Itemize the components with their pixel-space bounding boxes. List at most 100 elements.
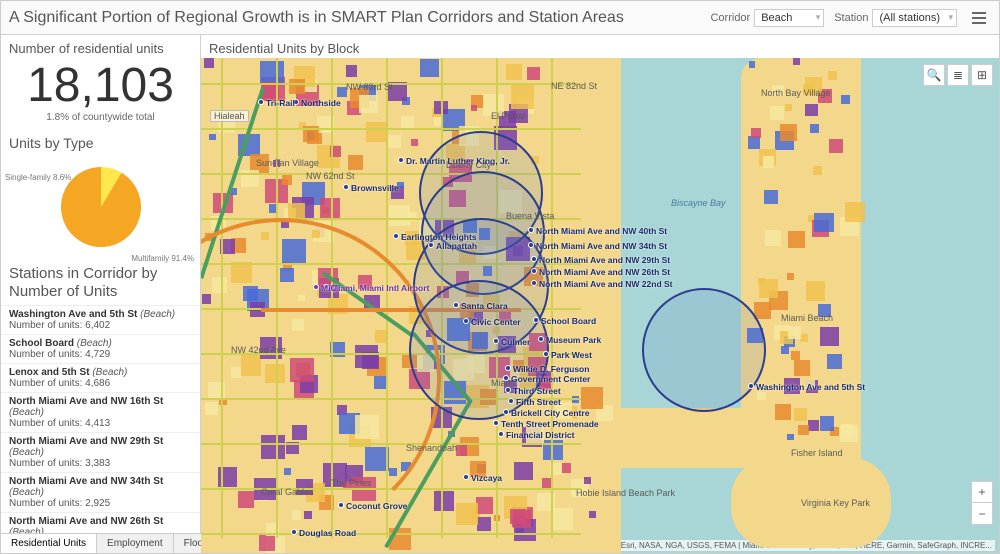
place-label: NW 83rd St (346, 82, 393, 92)
pie-chart (61, 167, 141, 247)
zoom-out-button[interactable]: − (971, 503, 993, 525)
station-label: North Miami Ave and NW 26th St (539, 267, 670, 277)
station-dot (508, 398, 514, 404)
station-label: Tenth Street Promenade (501, 419, 599, 429)
zoom-in-button[interactable]: + (971, 481, 993, 503)
station-label: Washington Ave and 5th St (756, 382, 865, 392)
station-dot (338, 502, 344, 508)
kpi-title: Number of residential units (1, 35, 200, 58)
map-canvas[interactable]: 🔍 ≣ ⊞ + − Esri, NASA, NGA, USGS, FEMA | … (201, 58, 999, 553)
station-dot (463, 318, 469, 324)
station-label: Coconut Grove (346, 501, 407, 511)
place-label: Sun-Tan Village (256, 158, 319, 168)
station-dot (503, 409, 509, 415)
station-dot (748, 383, 754, 389)
pie-label-single: Single-family 8.6% (5, 173, 71, 182)
list-item[interactable]: School Board (Beach)Number of units: 4,7… (1, 335, 200, 364)
station-label: Earlington Heights (401, 232, 477, 242)
station-label: North Miami Ave and NW 34th St (536, 241, 667, 251)
corridor-filter[interactable]: Corridor Beach (710, 9, 824, 27)
station-dot (498, 431, 504, 437)
road (201, 128, 581, 130)
station-label: North Miami Ave and NW 40th St (536, 226, 667, 236)
station-dot (343, 184, 349, 190)
station-label: Northside (301, 98, 341, 108)
station-label: Santa Clara (461, 301, 508, 311)
station-filter[interactable]: Station (All stations) (834, 9, 957, 27)
station-label: Third Street (513, 386, 561, 396)
place-label: Virginia Key Park (801, 498, 870, 508)
station-area-circle (642, 288, 766, 412)
map-title: Residential Units by Block (201, 35, 999, 58)
station-label: Park West (551, 350, 592, 360)
station-dot (533, 317, 539, 323)
place-label: Shenandoah (406, 443, 457, 453)
corridor-select[interactable]: Beach (754, 9, 824, 27)
station-dot (393, 233, 399, 239)
place-label: Biscayne Bay (671, 198, 726, 208)
place-label: The Pines (331, 478, 372, 488)
units-by-type-chart: Single-family 8.6% Multifamily 91.4% (1, 155, 200, 265)
station-dot (528, 242, 534, 248)
legend-icon[interactable]: ≣ (947, 64, 969, 86)
station-label: Brickell City Centre (511, 408, 589, 418)
kpi-subtitle: 1.8% of countywide total (1, 112, 200, 131)
station-label: Museum Park (546, 335, 601, 345)
station-label: Civic Center (471, 317, 521, 327)
station-dot (538, 336, 544, 342)
station-label: Allapattah (436, 241, 477, 251)
list-item[interactable]: Washington Ave and 5th St (Beach)Number … (1, 306, 200, 335)
station-dot (531, 256, 537, 262)
station-label: Wilkie D. Ferguson (513, 364, 589, 374)
tab-employment[interactable]: Employment (97, 534, 174, 553)
place-label: Coral Gables (261, 487, 314, 497)
stations-list[interactable]: Washington Ave and 5th St (Beach)Number … (1, 305, 200, 533)
station-label: Brownsville (351, 183, 399, 193)
place-label: Miami (491, 378, 515, 388)
station-label: Tri-Rail (266, 98, 295, 108)
page-title: A Significant Portion of Regional Growth… (9, 9, 700, 27)
place-label: El Portal (491, 111, 525, 121)
station-dot (505, 365, 511, 371)
place-label: NW 42nd Ave (231, 345, 286, 355)
station-label: North Miami Ave and NW 22nd St (539, 279, 673, 289)
list-item[interactable]: North Miami Ave and NW 29th St (Beach)Nu… (1, 433, 200, 473)
place-label: Buena Vista (506, 211, 554, 221)
pie-label-multi: Multifamily 91.4% (131, 254, 194, 263)
station-select[interactable]: (All stations) (872, 9, 957, 27)
station-dot (258, 99, 264, 105)
basemap-icon[interactable]: ⊞ (971, 64, 993, 86)
road (551, 58, 553, 538)
station-label: Fifth Street (516, 397, 561, 407)
kpi-value: 18,103 (1, 58, 200, 112)
station-dot (291, 529, 297, 535)
hamburger-menu-icon[interactable] (967, 6, 991, 30)
station-dot (453, 302, 459, 308)
station-label: Station (834, 12, 868, 24)
place-label: North Bay Village (761, 88, 830, 98)
place-label: Miami Beach (781, 313, 833, 323)
station-label: Culmer (501, 337, 530, 347)
station-dot (531, 268, 537, 274)
station-label: Government Center (511, 374, 590, 384)
place-label: Hialeah (210, 110, 249, 122)
station-label: Financial District (506, 430, 575, 440)
stations-list-title: Stations in Corridor by Number of Units (1, 265, 200, 301)
station-dot (398, 157, 404, 163)
list-item[interactable]: North Miami Ave and NW 26th St (Beach) (1, 513, 200, 533)
list-item[interactable]: North Miami Ave and NW 34th St (Beach)Nu… (1, 473, 200, 513)
station-dot (428, 242, 434, 248)
land (741, 58, 861, 468)
station-dot (463, 474, 469, 480)
station-label: Vizcaya (471, 473, 502, 483)
list-item[interactable]: North Miami Ave and NW 16th St (Beach)Nu… (1, 393, 200, 433)
place-label: NE 82nd St (551, 81, 597, 91)
list-item[interactable]: Lenox and 5th St (Beach)Number of units:… (1, 364, 200, 393)
station-label: North Miami Ave and NW 29th St (539, 255, 670, 265)
search-icon[interactable]: 🔍 (923, 64, 945, 86)
station-dot (493, 338, 499, 344)
station-label: MIC (321, 283, 337, 293)
tab-residential-units[interactable]: Residential Units (1, 534, 97, 553)
station-dot (531, 280, 537, 286)
place-label: Hobie Island Beach Park (576, 488, 675, 498)
